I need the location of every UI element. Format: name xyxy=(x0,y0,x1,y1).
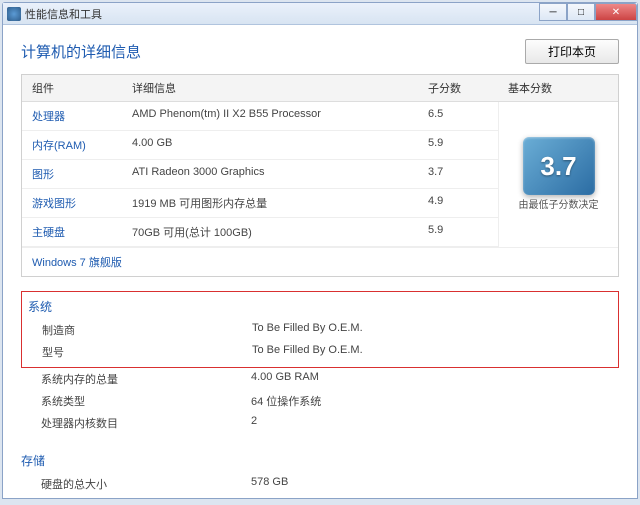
info-value: To Be Filled By O.E.M. xyxy=(252,322,363,338)
row-subscore: 5.9 xyxy=(418,218,498,246)
info-value: 4.00 GB RAM xyxy=(251,371,319,387)
info-value: 64 位操作系统 xyxy=(251,393,321,409)
row-subscore: 5.9 xyxy=(418,131,498,159)
base-score-caption: 由最低子分数决定 xyxy=(519,199,599,212)
score-table: 组件 详细信息 子分数 基本分数 处理器 AMD Phenom(tm) II X… xyxy=(21,74,619,277)
titlebar: 性能信息和工具 ─ □ ✕ xyxy=(3,3,637,25)
score-table-body: 处理器 AMD Phenom(tm) II X2 B55 Processor 6… xyxy=(22,102,618,247)
app-icon xyxy=(7,7,21,21)
row-component: 主硬盘 xyxy=(22,218,122,246)
info-row: 处理器内核数目 2 xyxy=(21,412,619,434)
row-component: 游戏图形 xyxy=(22,189,122,217)
info-row: 磁盘分区(C:) 70 GB 可用(总计 100 GB) xyxy=(21,495,619,498)
storage-section-title: 存储 xyxy=(21,448,619,473)
page-title: 计算机的详细信息 xyxy=(21,41,141,62)
close-button[interactable]: ✕ xyxy=(595,3,637,21)
header-component: 组件 xyxy=(22,75,122,101)
system-section: 系统 制造商 To Be Filled By O.E.M. 型号 To Be F… xyxy=(21,291,619,368)
info-row: 型号 To Be Filled By O.E.M. xyxy=(22,341,618,363)
info-value: To Be Filled By O.E.M. xyxy=(252,344,363,360)
info-label: 系统内存的总量 xyxy=(41,371,251,387)
system-section-cont: 系统内存的总量 4.00 GB RAM 系统类型 64 位操作系统 处理器内核数… xyxy=(21,368,619,434)
score-row: 处理器 AMD Phenom(tm) II X2 B55 Processor 6… xyxy=(22,102,498,131)
row-component: 图形 xyxy=(22,160,122,188)
header-detail: 详细信息 xyxy=(122,75,418,101)
row-detail: 70GB 可用(总计 100GB) xyxy=(122,218,418,246)
score-rows: 处理器 AMD Phenom(tm) II X2 B55 Processor 6… xyxy=(22,102,498,247)
header-basescore: 基本分数 xyxy=(498,75,618,101)
base-score-badge: 3.7 xyxy=(523,137,595,195)
header-subscore: 子分数 xyxy=(418,75,498,101)
info-label: 型号 xyxy=(42,344,252,360)
row-component: 处理器 xyxy=(22,102,122,130)
row-subscore: 3.7 xyxy=(418,160,498,188)
row-subscore: 6.5 xyxy=(418,102,498,130)
row-detail: 1919 MB 可用图形内存总量 xyxy=(122,189,418,217)
row-detail: 4.00 GB xyxy=(122,131,418,159)
score-row: 主硬盘 70GB 可用(总计 100GB) 5.9 xyxy=(22,218,498,247)
info-row: 制造商 To Be Filled By O.E.M. xyxy=(22,319,618,341)
row-detail: AMD Phenom(tm) II X2 B55 Processor xyxy=(122,102,418,130)
score-row: 内存(RAM) 4.00 GB 5.9 xyxy=(22,131,498,160)
info-value: 578 GB xyxy=(251,476,288,492)
row-component: 内存(RAM) xyxy=(22,131,122,159)
score-table-header: 组件 详细信息 子分数 基本分数 xyxy=(22,75,618,102)
row-detail: ATI Radeon 3000 Graphics xyxy=(122,160,418,188)
os-row: Windows 7 旗舰版 xyxy=(22,247,618,276)
window-title: 性能信息和工具 xyxy=(25,6,102,22)
info-label: 处理器内核数目 xyxy=(41,415,251,431)
minimize-button[interactable]: ─ xyxy=(539,3,567,21)
score-row: 游戏图形 1919 MB 可用图形内存总量 4.9 xyxy=(22,189,498,218)
print-button[interactable]: 打印本页 xyxy=(525,39,619,64)
page-header: 计算机的详细信息 打印本页 xyxy=(21,39,619,64)
info-label: 制造商 xyxy=(42,322,252,338)
info-label: 系统类型 xyxy=(41,393,251,409)
base-score-value: 3.7 xyxy=(540,151,576,182)
maximize-button[interactable]: □ xyxy=(567,3,595,21)
window: 性能信息和工具 ─ □ ✕ 计算机的详细信息 打印本页 组件 详细信息 子分数 … xyxy=(2,2,638,499)
info-label: 硬盘的总大小 xyxy=(41,476,251,492)
content-area: 计算机的详细信息 打印本页 组件 详细信息 子分数 基本分数 处理器 AMD P… xyxy=(3,25,637,498)
window-controls: ─ □ ✕ xyxy=(539,3,637,21)
info-row: 系统内存的总量 4.00 GB RAM xyxy=(21,368,619,390)
info-value: 2 xyxy=(251,415,257,431)
system-section-title: 系统 xyxy=(22,294,618,319)
base-score-cell: 3.7 由最低子分数决定 xyxy=(498,102,618,247)
info-row: 系统类型 64 位操作系统 xyxy=(21,390,619,412)
storage-section: 存储 硬盘的总大小 578 GB 磁盘分区(C:) 70 GB 可用(总计 10… xyxy=(21,448,619,498)
row-subscore: 4.9 xyxy=(418,189,498,217)
info-row: 硬盘的总大小 578 GB xyxy=(21,473,619,495)
score-row: 图形 ATI Radeon 3000 Graphics 3.7 xyxy=(22,160,498,189)
